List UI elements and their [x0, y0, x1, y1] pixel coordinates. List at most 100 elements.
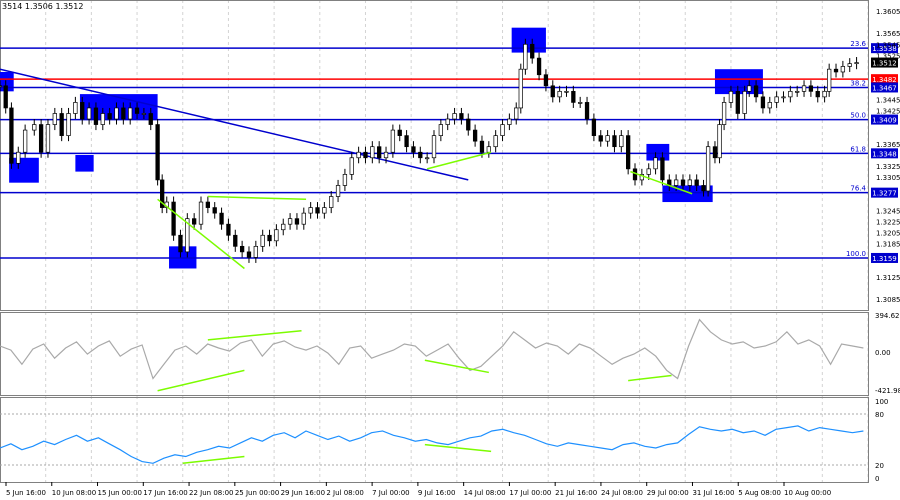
level-price-label: 1.3409	[872, 117, 897, 125]
candle-body	[198, 201, 204, 225]
level-price-label: 1.3277	[872, 190, 897, 198]
candle-body	[121, 107, 126, 120]
candle-body	[148, 113, 153, 125]
candle-body	[155, 124, 160, 181]
price-chart[interactable]: 3514 1.3506 1.3512 23.61.35381.348238.21…	[0, 0, 900, 500]
price-tick-label: 1.3445	[876, 97, 900, 105]
time-tick-label: 17 Jul 00:00	[509, 489, 551, 497]
candle-body	[721, 102, 727, 125]
candle-body	[253, 245, 258, 258]
fib-label: 76.4	[850, 185, 866, 193]
candle-body	[550, 85, 555, 98]
time-tick-label: 10 Aug 00:00	[784, 489, 831, 497]
candle-body	[16, 151, 21, 164]
candle-body	[536, 57, 542, 76]
candle-body	[260, 234, 265, 247]
candle-body	[591, 118, 597, 136]
candle-body	[646, 168, 651, 175]
candle-body	[315, 207, 320, 214]
candle-body	[500, 124, 505, 136]
candle-body	[626, 135, 631, 170]
candle-body	[93, 107, 99, 125]
candle-body	[452, 113, 457, 120]
candle-body	[822, 90, 827, 98]
candle-body	[795, 90, 800, 93]
oscillator-2-tick: 20	[875, 462, 884, 470]
time-tick-label: 5 Aug 08:00	[738, 489, 781, 497]
oscillator-2-tick: 0	[875, 475, 879, 483]
indicator-divergence	[157, 369, 245, 392]
candle-body	[178, 234, 183, 253]
candle-body	[854, 62, 859, 65]
time-tick-label: 17 Jun 16:00	[143, 489, 187, 497]
candle-body	[205, 201, 211, 208]
current-price-label: 1.3512	[872, 60, 897, 68]
candle-body	[22, 129, 28, 153]
candle-body	[472, 129, 478, 142]
time-tick-label: 29 Jul 00:00	[647, 489, 689, 497]
candle-body	[52, 113, 57, 125]
oscillator-1	[0, 318, 864, 392]
candle-body	[349, 157, 354, 175]
time-tick-label: 24 Jul 08:00	[601, 489, 643, 497]
candle-body	[571, 90, 576, 103]
candle-body	[701, 185, 706, 192]
time-tick-label: 15 Jun 00:00	[98, 489, 142, 497]
time-tick-label: 7 Jul 00:00	[372, 489, 410, 497]
time-tick-label: 29 Jun 16:00	[281, 489, 325, 497]
candle-body	[226, 223, 231, 236]
candle-body	[390, 129, 396, 153]
candle-body	[705, 146, 711, 192]
candle-body	[86, 107, 92, 120]
candle-body	[507, 118, 512, 125]
candle-body	[619, 135, 624, 148]
candle-body	[3, 85, 8, 109]
candle-body	[466, 118, 471, 131]
candle-body	[687, 179, 692, 186]
candle-body	[73, 102, 78, 114]
indicator-divergence	[182, 455, 245, 465]
fib-levels: 23.61.35381.348238.21.346750.01.340961.8…	[0, 40, 898, 263]
candle-body	[479, 140, 485, 153]
candle-body	[808, 85, 814, 92]
time-tick-label: 21 Jul 16:00	[555, 489, 597, 497]
candle-body	[0, 85, 3, 88]
candle-body	[281, 223, 286, 231]
level-price-label: 1.3159	[872, 255, 897, 263]
oscillator-2-tick: 80	[875, 411, 884, 419]
fib-label: 61.8	[850, 145, 866, 153]
divergence-line	[207, 195, 307, 201]
candle-body	[294, 218, 300, 225]
fib-label: 50.0	[850, 112, 866, 120]
candle-body	[760, 96, 766, 109]
candle-body	[605, 135, 610, 142]
candle-body	[246, 251, 252, 258]
candle-body	[598, 135, 603, 142]
time-tick-label: 22 Jun 08:00	[189, 489, 233, 497]
candle-body	[735, 90, 740, 114]
candle-body	[728, 90, 734, 103]
zones	[0, 27, 763, 269]
candle-body	[329, 196, 334, 208]
level-price-label: 1.3348	[872, 150, 897, 158]
candle-body	[438, 124, 444, 136]
level-price-label: 1.3467	[872, 84, 897, 92]
candle-body	[564, 90, 569, 93]
oscillator-1-tick: 394.6289	[875, 312, 900, 320]
candle-body	[801, 85, 807, 92]
candle-body	[274, 229, 279, 242]
candle-body	[431, 135, 437, 159]
zone-box	[646, 143, 670, 161]
candle-body	[363, 151, 368, 159]
candle-body	[134, 107, 140, 114]
candle-body	[767, 102, 772, 109]
price-tick-label: 1.3425	[876, 108, 900, 116]
candle-body	[486, 146, 491, 153]
candle-body	[212, 207, 217, 214]
oscillator-2-tick: 100	[875, 398, 888, 406]
price-tick-label: 1.3085	[876, 296, 900, 304]
candle-body	[612, 135, 617, 148]
candle-body	[356, 151, 361, 159]
candle-body	[788, 90, 793, 98]
price-tick-label: 1.3325	[876, 163, 900, 171]
